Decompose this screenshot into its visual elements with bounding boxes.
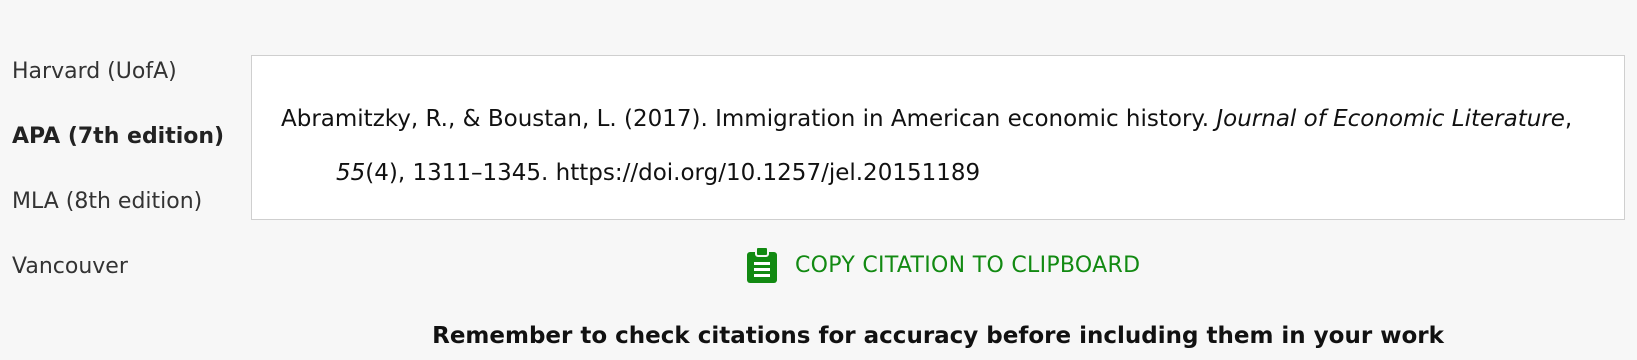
citation-volume: 55 [336, 160, 366, 186]
copy-citation-label: COPY CITATION TO CLIPBOARD [795, 252, 1141, 278]
style-vancouver[interactable]: Vancouver [12, 250, 242, 315]
style-harvard[interactable]: Harvard (UofA) [12, 55, 242, 120]
citation-issue: (4), [365, 160, 413, 186]
citation-box: Abramitzky, R., & Boustan, L. (2017). Im… [251, 55, 1625, 220]
citation-authors-title: Abramitzky, R., & Boustan, L. (2017). Im… [281, 106, 1217, 132]
citation-style-list: Harvard (UofA) APA (7th edition) MLA (8t… [12, 55, 242, 315]
citation-text: Abramitzky, R., & Boustan, L. (2017). Im… [281, 92, 1596, 200]
style-apa[interactable]: APA (7th edition) [12, 120, 242, 185]
citation-sep: , [1564, 106, 1573, 132]
citation-pages-doi: 1311–1345. https://doi.org/10.1257/jel.2… [412, 160, 981, 186]
citation-journal: Journal of Economic Literature [1216, 106, 1565, 132]
clipboard-icon [747, 246, 777, 283]
style-mla[interactable]: MLA (8th edition) [12, 185, 242, 250]
accuracy-reminder: Remember to check citations for accuracy… [432, 323, 1444, 349]
copy-citation-button[interactable]: COPY CITATION TO CLIPBOARD [745, 245, 1140, 285]
